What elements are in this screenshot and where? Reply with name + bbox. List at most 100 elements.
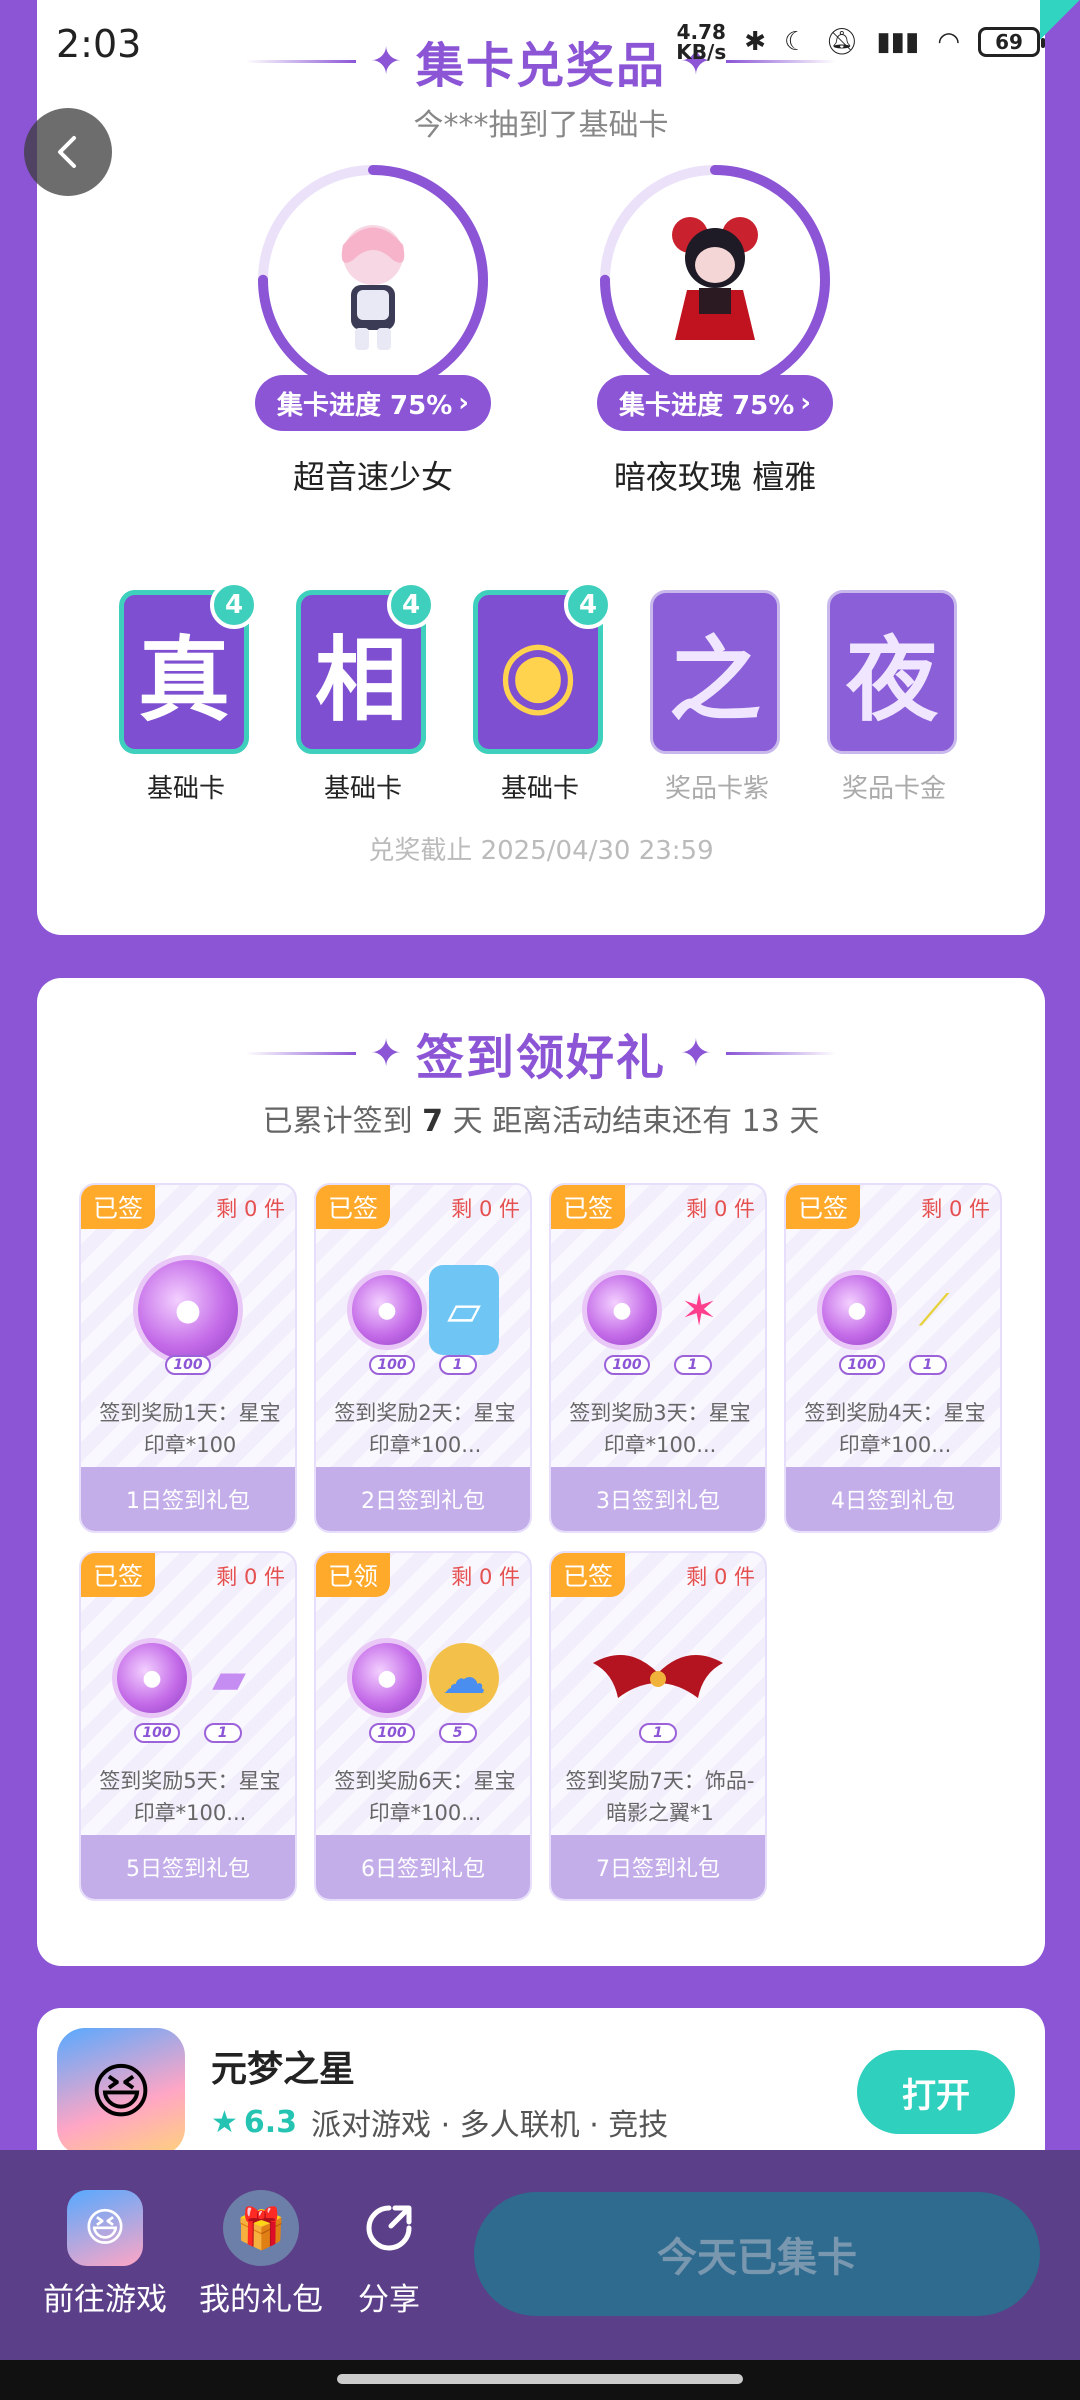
open-app-button[interactable]: 打开 (857, 2050, 1015, 2134)
sparkle-icon: ✦ (680, 39, 712, 83)
reward-card[interactable]: 已签 剩 0 件 ● 100 签到奖励1天：星宝印章*100 1日签到礼包 (79, 1183, 297, 1533)
progress-pill[interactable]: 集卡进度 75% › (597, 375, 833, 431)
app-icon[interactable]: 😆 (57, 2028, 185, 2156)
reward-pack-button[interactable]: 2日签到礼包 (316, 1467, 530, 1531)
reward-quantities: 100 1 (786, 1355, 1000, 1375)
reward-pack-button[interactable]: 6日签到礼包 (316, 1835, 530, 1899)
reward-remaining: 剩 0 件 (451, 1197, 520, 1221)
system-nav-bar (0, 2360, 1080, 2400)
card-count-badge: 4 (210, 581, 258, 629)
card-item[interactable]: 之 奖品卡紫 (650, 590, 784, 805)
reward-pack-button[interactable]: 7日签到礼包 (551, 1835, 765, 1899)
reward-quantities: 100 1 (551, 1355, 765, 1375)
reward-card[interactable]: 已签 剩 0 件 ● ▰ 100 1 签到奖励5天：星宝印章*100... 5日签到… (79, 1551, 297, 1901)
quantity-badge: 1 (203, 1723, 242, 1743)
share-icon (351, 2190, 427, 2266)
character-name: 超音速少女 (292, 458, 453, 496)
card-item-icon: ▱ (429, 1265, 499, 1355)
quantity-badge: 100 (165, 1355, 211, 1375)
go-game-button[interactable]: 😆 前往游戏 (30, 2190, 180, 2319)
card-label: 奖品卡紫 (664, 774, 769, 804)
card-label: 基础卡 (323, 774, 402, 804)
card-tile: 夜 (827, 590, 957, 754)
heading-line-right (725, 59, 836, 63)
star-stamp-icon: ● (347, 1638, 427, 1718)
character-avatar-sonic-girl (341, 225, 405, 350)
card-item[interactable]: 真 4 基础卡 (119, 581, 258, 805)
reward-description: 签到奖励5天：星宝印章*100... (99, 1769, 281, 1825)
quantity-badge: 100 (369, 1723, 415, 1743)
card-item[interactable]: 夜 奖品卡金 (827, 590, 961, 805)
reward-status-tag: 已签 (551, 1553, 625, 1597)
card-tile: 真 4 (119, 581, 258, 754)
collected-today-button[interactable]: 今天已集卡 (474, 2192, 1040, 2316)
reward-description: 签到奖励3天：星宝印章*100... (569, 1401, 751, 1457)
app-meta: ★ 6.3 派对游戏 · 多人联机 · 竞技 (211, 2100, 668, 2144)
reward-remaining: 剩 0 件 (451, 1565, 520, 1589)
reward-description: 签到奖励7天：饰品-暗影之翼*1 (565, 1769, 755, 1825)
home-handle[interactable] (337, 2374, 743, 2384)
heading-line-right (725, 1051, 836, 1055)
app-rating: ★ 6.3 (211, 2105, 297, 2140)
reward-card[interactable]: 已签 剩 0 件 ● ▱ 100 1 签到奖励2天：星宝印章*100... 2日签到… (314, 1183, 532, 1533)
back-button[interactable] (24, 108, 112, 196)
collect-title: 集卡兑奖品 (415, 38, 666, 94)
reward-remaining: 剩 0 件 (686, 1565, 755, 1589)
reward-remaining: 剩 0 件 (216, 1197, 285, 1221)
app-rating-value: 6.3 (243, 2104, 298, 2140)
collect-card-panel: ✦ 集卡兑奖品 ✦ 今***抽到了基础卡 集卡进度 75% › 超音速少女 集卡… (37, 0, 1045, 935)
quantity-badge: 1 (673, 1355, 712, 1375)
card-tile: 之 (650, 590, 780, 754)
reward-card[interactable]: 已领 剩 0 件 ● ☁ 100 5 签到奖励6天：星宝印章*100... 6日签到… (314, 1551, 532, 1901)
reward-card[interactable]: 已签 剩 0 件 ● ✶ 100 1 签到奖励3天：星宝印章*100... 3日签到… (549, 1183, 767, 1533)
card-item[interactable]: ◉ 4 基础卡 (473, 581, 612, 805)
gift-avatar-icon: 🎁 (223, 2190, 299, 2266)
corner-accent (1040, 0, 1080, 40)
checkin-subtitle-suffix: 天 距离活动结束还有 13 天 (452, 1104, 820, 1139)
progress-pill[interactable]: 集卡进度 75% › (255, 375, 491, 431)
reward-card[interactable]: 已签 剩 0 件 1 签到奖励7天：饰品-暗影之翼*1 7日签到礼包 (549, 1551, 767, 1901)
cloud-coin-icon: ☁ (429, 1643, 499, 1713)
chevron-right-icon: › (800, 388, 811, 418)
character-avatar-dark-rose (672, 217, 758, 340)
app-name: 元梦之星 (211, 2049, 356, 2090)
reward-pack-button[interactable]: 1日签到礼包 (81, 1467, 295, 1531)
reward-pack-button[interactable]: 3日签到礼包 (551, 1467, 765, 1531)
collect-subtitle: 今***抽到了基础卡 (413, 108, 669, 143)
quantity-badge: 1 (908, 1355, 947, 1375)
character-name: 暗夜玫瑰 檀雅 (613, 458, 817, 496)
share-button[interactable]: 分享 (314, 2190, 464, 2319)
reward-status-tag: 已签 (316, 1185, 390, 1229)
reward-description: 签到奖励2天：星宝印章*100... (334, 1401, 516, 1457)
reward-quantities: 100 1 (81, 1723, 295, 1743)
reward-status-tag: 已签 (81, 1553, 155, 1597)
card-label: 基础卡 (146, 774, 225, 804)
bottom-action-bar: 😆 前往游戏 🎁 我的礼包 分享 今天已集卡 (0, 2150, 1080, 2360)
card-label: 基础卡 (500, 774, 579, 804)
reward-description: 签到奖励4天：星宝印章*100... (804, 1401, 986, 1457)
chevron-right-icon: › (458, 388, 469, 418)
quantity-badge: 1 (438, 1355, 477, 1375)
card-item[interactable]: 相 4 基础卡 (296, 581, 435, 805)
star-stamp-icon: ● (133, 1255, 243, 1365)
reward-pack-button[interactable]: 4日签到礼包 (786, 1467, 1000, 1531)
reward-pack-button[interactable]: 5日签到礼包 (81, 1835, 295, 1899)
star-stamp-icon: ● (112, 1638, 192, 1718)
reward-quantities: 100 1 (316, 1355, 530, 1375)
game-icon: 😆 (67, 2190, 143, 2266)
share-label: 分享 (358, 2282, 420, 2318)
card-label: 奖品卡金 (841, 774, 946, 804)
reward-card[interactable]: 已签 剩 0 件 ● ⟋ 100 1 签到奖励4天：星宝印章*100... 4日签到… (784, 1183, 1002, 1533)
go-game-label: 前往游戏 (43, 2282, 167, 2318)
star-stamp-icon: ● (582, 1270, 662, 1350)
checkin-subtitle: 已累计签到 7 天 距离活动结束还有 13 天 (37, 1096, 1045, 1140)
paint-tube-icon: ▰ (212, 1652, 246, 1704)
redeem-deadline: 兑奖截止 2025/04/30 23:59 (368, 836, 714, 866)
card-glyph: 夜 (845, 626, 938, 734)
chevron-left-icon (58, 136, 76, 168)
card-count-badge: 4 (564, 581, 612, 629)
reward-description: 签到奖励1天：星宝印章*100 (99, 1401, 281, 1457)
card-tile: 相 4 (296, 581, 435, 754)
star-stamp-icon: ● (347, 1270, 427, 1350)
card-glyph: 相 (314, 626, 407, 734)
